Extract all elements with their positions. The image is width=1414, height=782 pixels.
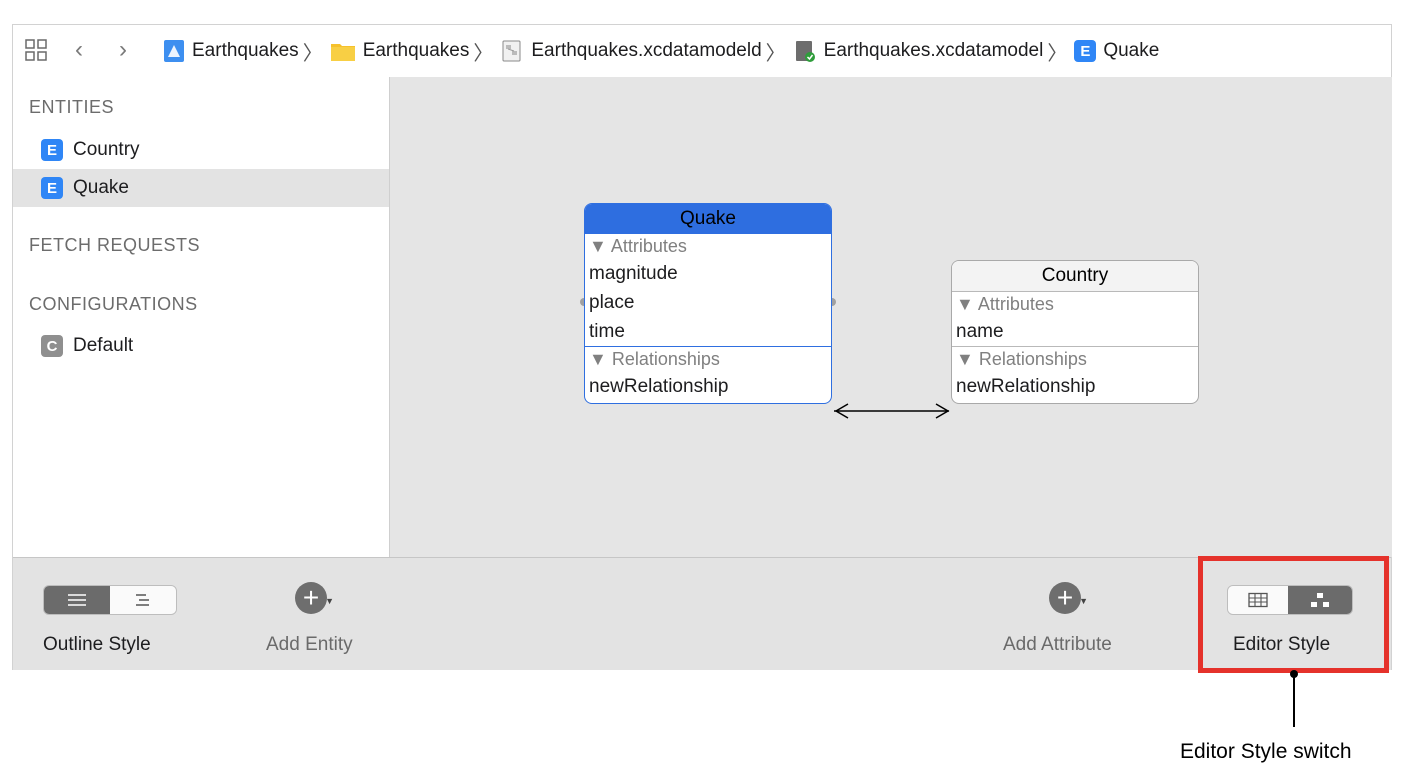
flat-outline-icon[interactable]	[44, 586, 110, 614]
attribute-row[interactable]: time	[585, 317, 831, 346]
breadcrumb-model-file-label: Earthquakes.xcdatamodel	[823, 40, 1044, 61]
related-items-grid-icon[interactable]	[25, 39, 47, 61]
dropdown-caret-icon: ▼	[325, 596, 334, 606]
entity-country-node[interactable]: Country ▼ Attributes name ▼ Relationship…	[951, 260, 1199, 404]
relationships-group-header[interactable]: ▼ Relationships	[585, 347, 831, 372]
entity-quake-node[interactable]: Quake ▼ Attributes magnitude place time …	[584, 203, 832, 404]
breadcrumb-project-label: Earthquakes	[192, 40, 299, 61]
outline-sidebar: ENTITIES E Country E Quake FETCH REQUEST…	[13, 77, 390, 557]
breadcrumb-entity-label: Quake	[1103, 40, 1160, 61]
breadcrumb-separator-icon: 〉	[473, 42, 494, 65]
attribute-row[interactable]: name	[952, 317, 1198, 346]
attributes-group-header[interactable]: ▼ Attributes	[585, 234, 831, 259]
sidebar-item-label: Country	[73, 139, 140, 160]
breadcrumb-model-bundle-label: Earthquakes.xcdatamodeld	[531, 40, 762, 61]
breadcrumb: Earthquakes 〉 Earthquakes 〉 Earthquakes.…	[163, 25, 1159, 77]
xcode-data-model-editor: ‹ › Earthquakes 〉 Earthquakes 〉 Earthqua…	[12, 24, 1392, 670]
outline-style-switch[interactable]	[43, 585, 177, 615]
add-attribute-label: Add Attribute	[1003, 634, 1112, 655]
sidebar-item-default[interactable]: C Default	[13, 327, 389, 365]
relationship-row[interactable]: newRelationship	[952, 372, 1198, 403]
breadcrumb-project[interactable]: Earthquakes	[163, 39, 299, 63]
breadcrumb-entity[interactable]: E Quake	[1074, 40, 1159, 62]
relationships-group-header[interactable]: ▼ Relationships	[952, 347, 1198, 372]
fetch-requests-header: FETCH REQUESTS	[29, 235, 201, 255]
callout-line	[1293, 673, 1295, 727]
breadcrumb-model-bundle[interactable]: Earthquakes.xcdatamodeld	[500, 39, 762, 63]
attributes-group-header[interactable]: ▼ Attributes	[952, 292, 1198, 317]
sidebar-item-quake[interactable]: E Quake	[13, 169, 389, 207]
editor-style-highlight-box	[1198, 556, 1389, 673]
dropdown-caret-icon: ▼	[1079, 596, 1088, 606]
entities-header: ENTITIES	[29, 97, 115, 117]
add-entity-label: Add Entity	[266, 634, 353, 655]
diagram-canvas[interactable]: Quake ▼ Attributes magnitude place time …	[390, 77, 1392, 557]
project-icon	[163, 39, 185, 63]
relationship-connector	[580, 298, 950, 419]
entity-title: Quake	[585, 204, 831, 234]
model-file-icon	[793, 39, 817, 63]
breadcrumb-folder-label: Earthquakes	[362, 40, 470, 61]
sidebar-item-label: Quake	[73, 177, 129, 198]
configuration-icon: C	[41, 335, 63, 357]
breadcrumb-separator-icon: 〉	[1047, 42, 1068, 65]
breadcrumb-separator-icon: 〉	[302, 42, 323, 65]
entity-icon: E	[1074, 40, 1097, 62]
add-attribute-button[interactable]: + ▼	[1049, 582, 1088, 614]
back-chevron-icon[interactable]: ‹	[75, 36, 83, 64]
entity-icon: E	[41, 177, 63, 199]
jump-bar: ‹ › Earthquakes 〉 Earthquakes 〉 Earthqua…	[13, 25, 1391, 78]
entity-title: Country	[952, 261, 1198, 292]
sidebar-item-country[interactable]: E Country	[13, 131, 389, 169]
entity-icon: E	[41, 139, 63, 161]
hierarchical-outline-icon[interactable]	[110, 586, 176, 614]
configurations-header: CONFIGURATIONS	[29, 294, 198, 314]
outline-style-label: Outline Style	[43, 634, 151, 655]
editor-bottom-toolbar: Outline Style + ▼ Add Entity + ▼ Add Attri…	[13, 557, 1391, 670]
breadcrumb-model-file[interactable]: Earthquakes.xcdatamodel	[793, 39, 1044, 63]
callout-label: Editor Style switch	[1180, 740, 1352, 763]
relationship-row[interactable]: newRelationship	[585, 372, 831, 403]
breadcrumb-separator-icon: 〉	[765, 42, 786, 65]
model-bundle-icon	[500, 39, 524, 63]
add-entity-button[interactable]: + ▼	[295, 582, 334, 614]
breadcrumb-folder[interactable]: Earthquakes	[330, 40, 470, 62]
sidebar-item-label: Default	[73, 335, 134, 356]
attribute-row[interactable]: magnitude	[585, 259, 831, 288]
attribute-row[interactable]: place	[585, 288, 831, 317]
forward-chevron-icon[interactable]: ›	[119, 36, 127, 64]
folder-icon	[330, 40, 356, 62]
